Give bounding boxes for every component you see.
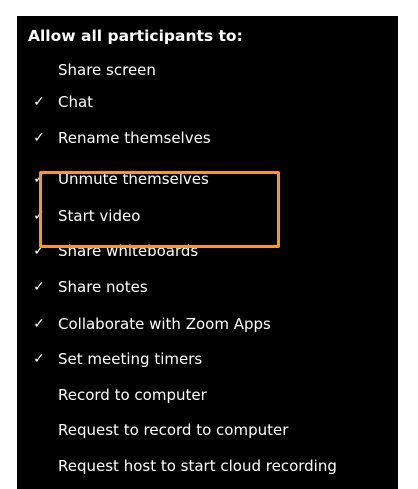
menu-header: Allow all participants to:	[28, 27, 243, 45]
menu-item-label: Request host to start cloud recording	[58, 457, 337, 475]
menu-item-set-meeting-timers[interactable]: ✓ Set meeting timers	[17, 341, 398, 377]
menu-item-request-host-to-start-cloud-recording[interactable]: Request host to start cloud recording	[17, 448, 398, 484]
menu-item-label: Rename themselves	[58, 129, 211, 147]
menu-item-label: Collaborate with Zoom Apps	[58, 315, 271, 333]
menu-item-start-video[interactable]: ✓ Start video	[17, 198, 398, 234]
menu-item-label: Record to computer	[58, 386, 207, 404]
menu-item-label: Share whiteboards	[58, 242, 199, 260]
menu-item-record-to-computer[interactable]: Record to computer	[17, 377, 398, 413]
menu-item-label: Set meeting timers	[58, 350, 203, 368]
menu-item-label: Request to record to computer	[58, 421, 289, 439]
menu-item-label: Share notes	[58, 278, 148, 296]
menu-item-request-to-record-to-computer[interactable]: Request to record to computer	[17, 412, 398, 448]
menu-item-label: Unmute themselves	[58, 170, 209, 188]
check-icon: ✓	[33, 171, 45, 187]
menu-item-label: Start video	[58, 207, 141, 225]
menu-item-collaborate-with-zoom-apps[interactable]: ✓ Collaborate with Zoom Apps	[17, 306, 398, 342]
menu-item-chat[interactable]: ✓ Chat	[17, 84, 398, 120]
check-icon: ✓	[33, 279, 45, 295]
menu-item-label: Share screen	[58, 61, 156, 79]
check-icon: ✓	[33, 130, 45, 146]
menu-item-unmute-themselves[interactable]: ✓ Unmute themselves	[17, 161, 398, 197]
participant-permissions-menu: Allow all participants to: Share screen …	[17, 16, 398, 489]
check-icon: ✓	[33, 316, 45, 332]
check-icon: ✓	[33, 243, 45, 259]
menu-item-share-notes[interactable]: ✓ Share notes	[17, 269, 398, 305]
check-icon: ✓	[33, 208, 45, 224]
menu-item-share-screen[interactable]: Share screen	[17, 52, 398, 88]
check-icon: ✓	[33, 351, 45, 367]
menu-item-share-whiteboards[interactable]: ✓ Share whiteboards	[17, 233, 398, 269]
menu-item-rename-themselves[interactable]: ✓ Rename themselves	[17, 120, 398, 156]
check-icon: ✓	[33, 94, 45, 110]
menu-item-label: Chat	[58, 93, 94, 111]
